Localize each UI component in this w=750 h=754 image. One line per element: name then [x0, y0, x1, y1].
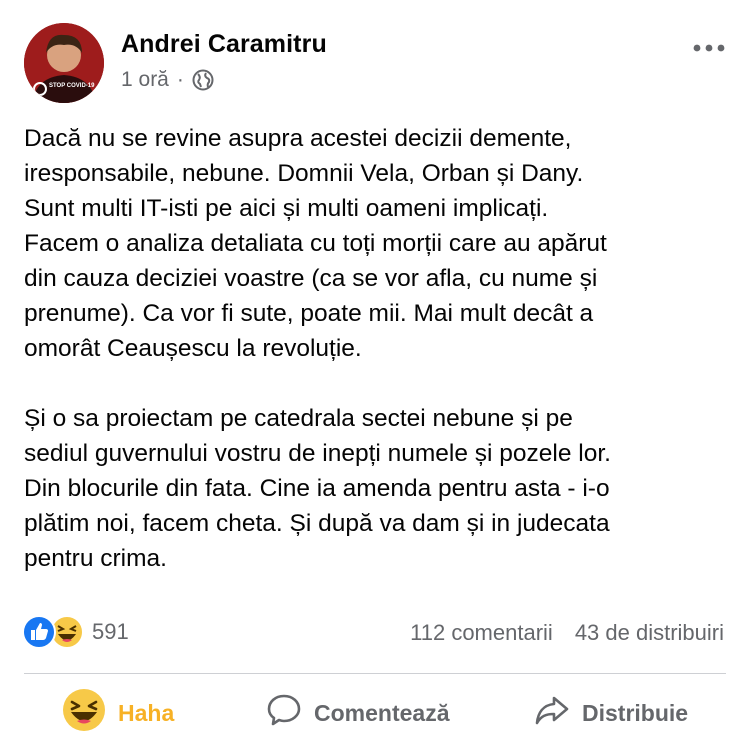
avatar[interactable]: STOP COVID-19	[24, 23, 104, 103]
comments-count-link[interactable]: 112 comentarii	[410, 620, 553, 646]
haha-label: Haha	[118, 699, 175, 726]
author-name[interactable]: Andrei Caramitru	[121, 30, 327, 59]
more-options-icon[interactable]	[689, 38, 729, 58]
post-paragraph-1: Dacă nu se revine asupra acestei decizii…	[24, 125, 607, 362]
share-button[interactable]: Distribuie	[534, 684, 688, 742]
post-meta: 1 oră ·	[121, 68, 214, 92]
action-bar: Haha Comentează Distribuie	[0, 684, 750, 742]
share-label: Distribuie	[582, 699, 689, 726]
post-card: STOP COVID-19 Andrei Caramitru 1 oră · D…	[0, 0, 750, 745]
post-paragraph-2: Și o sa proiectam pe catedrala sectei ne…	[24, 405, 611, 572]
meta-separator: ·	[176, 68, 184, 91]
actions-divider	[24, 673, 726, 674]
reaction-count: 591	[92, 619, 129, 644]
share-icon	[534, 692, 570, 734]
like-reaction-icon	[22, 615, 56, 649]
globe-icon	[192, 69, 214, 91]
reactions-summary[interactable]: 591	[22, 615, 129, 649]
avatar-badge-text: STOP COVID-19	[49, 83, 95, 89]
post-time[interactable]: 1 oră	[121, 68, 169, 92]
comment-icon	[266, 692, 302, 734]
shares-count-link[interactable]: 43 de distribuiri	[575, 620, 724, 646]
comment-label: Comentează	[314, 699, 450, 726]
haha-button[interactable]: Haha	[62, 684, 174, 742]
post-body: Dacă nu se revine asupra acestei decizii…	[24, 121, 734, 576]
comment-button[interactable]: Comentează	[266, 684, 449, 742]
engagement-counts: 112 comentarii 43 de distribuiri	[410, 620, 724, 646]
haha-icon	[62, 688, 106, 738]
